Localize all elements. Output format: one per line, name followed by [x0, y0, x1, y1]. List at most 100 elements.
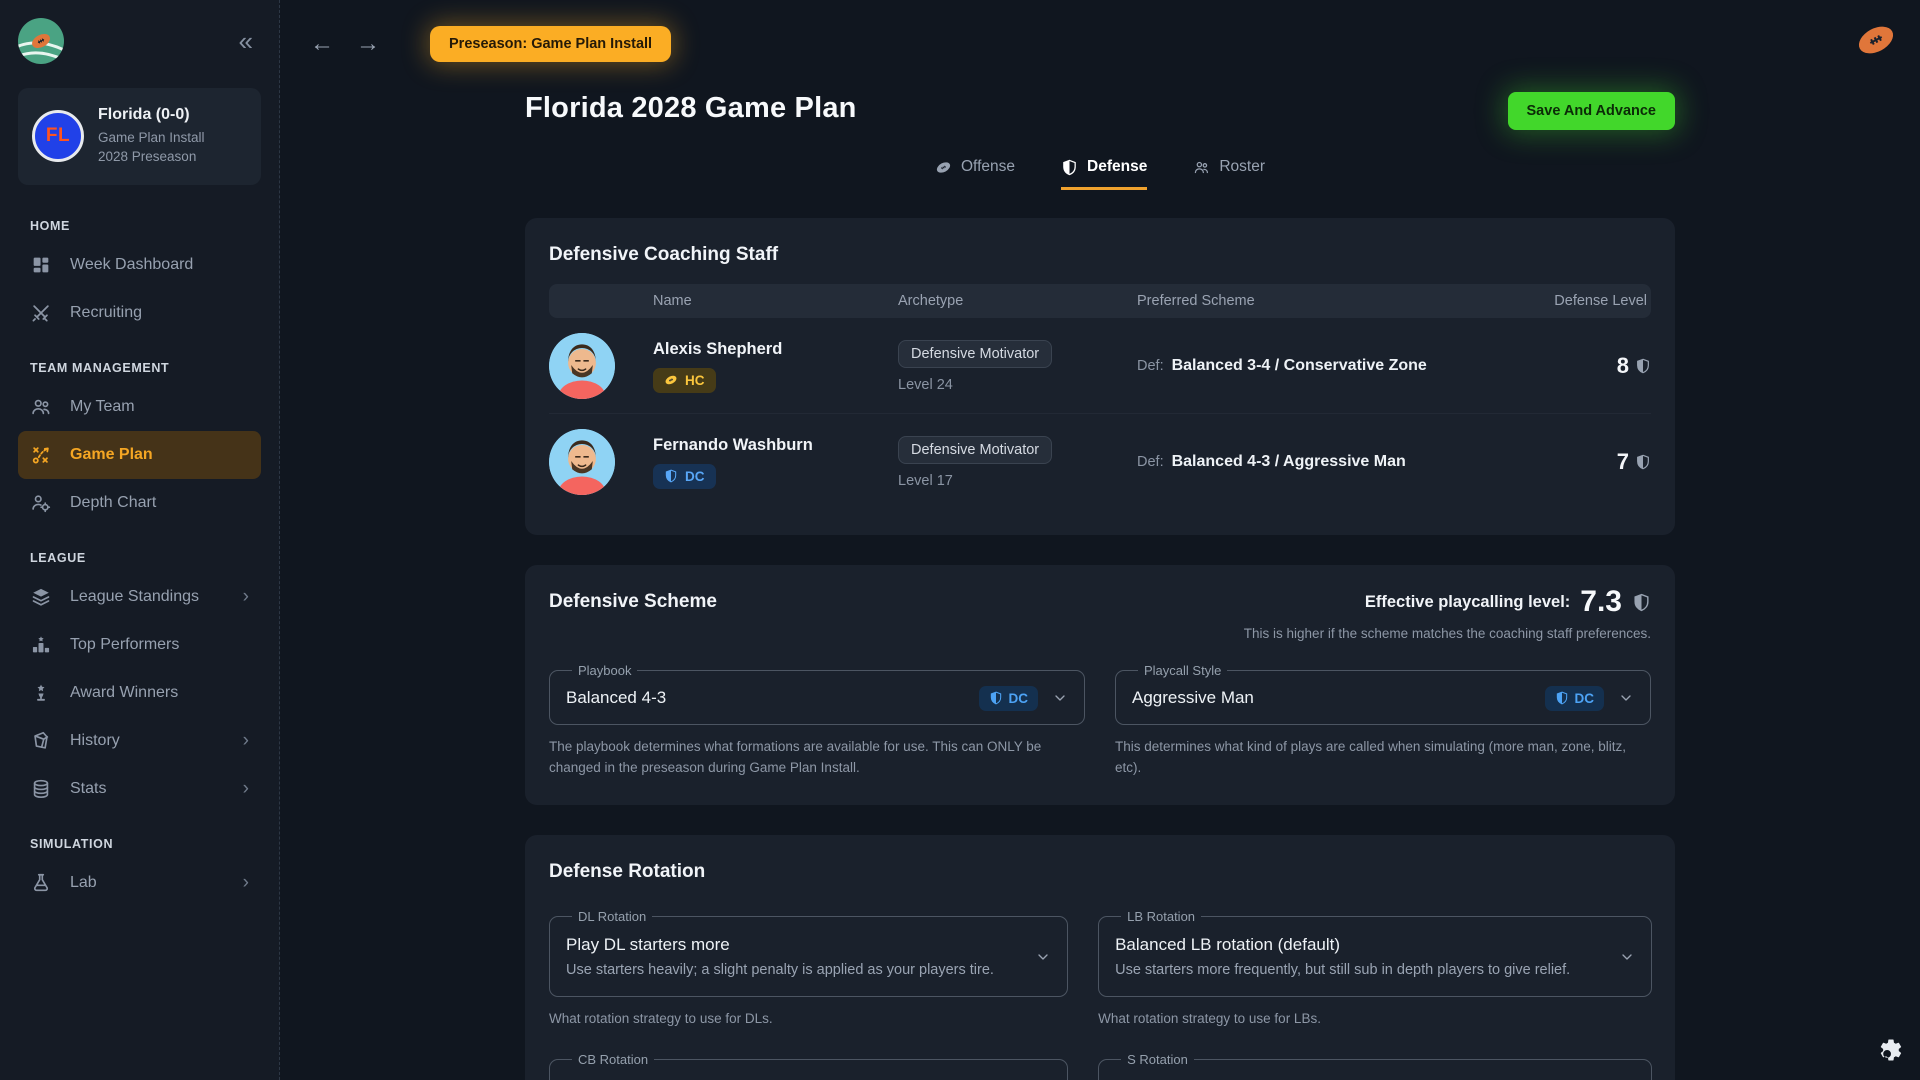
section-league: LEAGUE: [30, 551, 249, 565]
defensive-coaching-staff-card: Defensive Coaching Staff Name Archetype …: [525, 218, 1675, 535]
page-title: Florida 2028 Game Plan: [525, 92, 857, 124]
football-icon: [935, 159, 952, 176]
shield-icon: [1555, 691, 1569, 705]
section-home: HOME: [30, 219, 249, 233]
shield-icon: [1635, 358, 1651, 374]
chevron-right-icon: ›: [243, 873, 249, 892]
dc-badge: DC: [979, 686, 1039, 711]
team-name: Florida (0-0): [98, 106, 205, 124]
trophy-icon: [30, 682, 52, 704]
sidebar-item-stats[interactable]: Stats ›: [18, 765, 261, 813]
team-logo: FL: [32, 110, 84, 162]
sidebar: « FL Florida (0-0) Game Plan Install 202…: [0, 0, 280, 1080]
football-icon: [664, 373, 678, 387]
settings-gear-button[interactable]: [1878, 1037, 1904, 1068]
tab-roster[interactable]: Roster: [1193, 158, 1265, 190]
playbook-help: The playbook determines what formations …: [549, 737, 1085, 779]
dashboard-icon: [30, 254, 52, 276]
chevron-right-icon: ›: [243, 779, 249, 798]
team-card[interactable]: FL Florida (0-0) Game Plan Install 2028 …: [18, 88, 261, 185]
archetype-level: Level 17: [898, 473, 1137, 489]
tab-bar: Offense Defense Roster: [525, 158, 1675, 190]
chevron-right-icon: ›: [243, 731, 249, 750]
card-title: Defensive Coaching Staff: [549, 244, 1651, 266]
shield-icon: [989, 691, 1003, 705]
chevron-down-icon: [1052, 690, 1068, 706]
chevron-right-icon: ›: [243, 587, 249, 606]
strategy-icon: [30, 444, 52, 466]
lb-rotation-help: What rotation strategy to use for LBs.: [1098, 1009, 1652, 1030]
team-season: 2028 Preseason: [98, 148, 205, 167]
effective-playcalling: Effective playcalling level: 7.3 This is…: [1244, 585, 1651, 641]
coach-avatar: [549, 333, 615, 399]
team-phase: Game Plan Install: [98, 129, 205, 148]
preferred-scheme: Def:Balanced 3-4 / Conservative Zone: [1137, 357, 1539, 375]
section-team-management: TEAM MANAGEMENT: [30, 361, 249, 375]
sidebar-item-game-plan[interactable]: Game Plan: [18, 431, 261, 479]
sidebar-item-depth-chart[interactable]: Depth Chart: [18, 479, 261, 527]
person-gear-icon: [30, 492, 52, 514]
shield-icon: [664, 469, 678, 483]
s-rotation-select[interactable]: S Rotation Play a deep S rotation Use th…: [1098, 1052, 1652, 1080]
defense-level: 7: [1539, 449, 1651, 475]
tab-offense[interactable]: Offense: [935, 158, 1015, 190]
main-content: ← → Preseason: Game Plan Install Florida…: [280, 0, 1920, 1080]
cb-rotation-select[interactable]: CB Rotation Balanced CB rotation (defaul…: [549, 1052, 1068, 1080]
sidebar-item-league-standings[interactable]: League Standings ›: [18, 573, 261, 621]
phase-badge[interactable]: Preseason: Game Plan Install: [430, 26, 671, 62]
shield-icon: [1061, 159, 1078, 176]
staff-table-header: Name Archetype Preferred Scheme Defense …: [549, 284, 1651, 318]
section-simulation: SIMULATION: [30, 837, 249, 851]
dl-rotation-help: What rotation strategy to use for DLs.: [549, 1009, 1068, 1030]
playcall-style-help: This determines what kind of plays are c…: [1115, 737, 1651, 779]
dl-rotation-select[interactable]: DL Rotation Play DL starters more Use st…: [549, 909, 1068, 997]
sidebar-collapse-button[interactable]: «: [233, 28, 259, 54]
table-row: Fernando Washburn DC Defensive Motivator…: [549, 413, 1651, 509]
back-button[interactable]: ←: [310, 32, 334, 56]
scroll-icon: [30, 730, 52, 752]
database-icon: [30, 778, 52, 800]
shield-icon: [1635, 454, 1651, 470]
dc-badge: DC: [1545, 686, 1605, 711]
defense-level: 8: [1539, 353, 1651, 379]
archetype-pill: Defensive Motivator: [898, 436, 1052, 464]
football-icon: [1854, 18, 1898, 62]
archetype-pill: Defensive Motivator: [898, 340, 1052, 368]
sidebar-item-lab[interactable]: Lab ›: [18, 859, 261, 907]
coach-avatar: [549, 429, 615, 495]
topbar: ← → Preseason: Game Plan Install: [280, 0, 1920, 62]
save-and-advance-button[interactable]: Save And Advance: [1508, 92, 1675, 130]
card-title: Defense Rotation: [549, 861, 1651, 883]
sidebar-item-history[interactable]: History ›: [18, 717, 261, 765]
gear-icon: [1878, 1037, 1904, 1063]
flask-icon: [30, 872, 52, 894]
defensive-scheme-card: Defensive Scheme Effective playcalling l…: [525, 565, 1675, 805]
users-icon: [1193, 159, 1210, 176]
app-window: « FL Florida (0-0) Game Plan Install 202…: [0, 0, 1920, 1080]
playbook-select[interactable]: Playbook Balanced 4-3 DC: [549, 663, 1085, 725]
lb-rotation-select[interactable]: LB Rotation Balanced LB rotation (defaul…: [1098, 909, 1652, 997]
podium-icon: [30, 634, 52, 656]
crossed-swords-icon: [30, 302, 52, 324]
coach-name: Alexis Shepherd: [653, 340, 898, 359]
sidebar-item-top-performers[interactable]: Top Performers: [18, 621, 261, 669]
sidebar-item-recruiting[interactable]: Recruiting: [18, 289, 261, 337]
sidebar-item-award-winners[interactable]: Award Winners: [18, 669, 261, 717]
users-icon: [30, 396, 52, 418]
sidebar-item-my-team[interactable]: My Team: [18, 383, 261, 431]
table-row: Alexis Shepherd HC Defensive Motivator L…: [549, 318, 1651, 413]
chevron-down-icon: [1619, 949, 1635, 965]
layers-icon: [30, 586, 52, 608]
role-badge-hc: HC: [653, 368, 716, 393]
sidebar-item-week-dashboard[interactable]: Week Dashboard: [18, 241, 261, 289]
archetype-level: Level 24: [898, 377, 1137, 393]
chevron-down-icon: [1618, 690, 1634, 706]
app-logo-icon[interactable]: [18, 18, 64, 64]
coach-name: Fernando Washburn: [653, 436, 898, 455]
chevron-down-icon: [1035, 949, 1051, 965]
preferred-scheme: Def:Balanced 4-3 / Aggressive Man: [1137, 453, 1539, 471]
forward-button[interactable]: →: [356, 32, 380, 56]
defense-rotation-card: Defense Rotation DL Rotation Play DL sta…: [525, 835, 1675, 1080]
playcall-style-select[interactable]: Playcall Style Aggressive Man DC: [1115, 663, 1651, 725]
tab-defense[interactable]: Defense: [1061, 158, 1147, 190]
